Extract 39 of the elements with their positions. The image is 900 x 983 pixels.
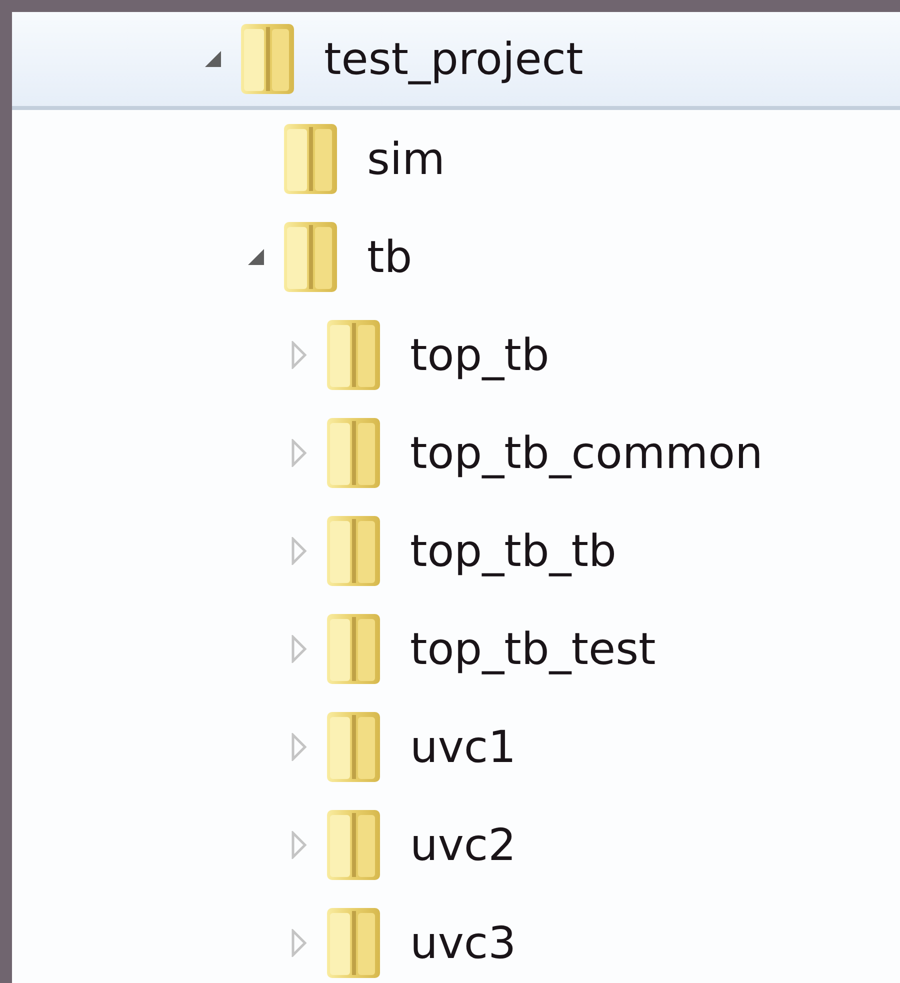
folder-icon xyxy=(325,415,382,491)
folder-name: uvc3 xyxy=(410,918,516,968)
folder-icon xyxy=(282,121,339,197)
folder-name: top_tb_common xyxy=(410,428,763,478)
folder-name: tb xyxy=(367,232,412,282)
tree-item[interactable]: uvc3 xyxy=(12,894,900,983)
folder-name: test_project xyxy=(324,34,584,84)
expanded-arrow-icon[interactable] xyxy=(204,50,222,68)
tree-item[interactable]: sim xyxy=(12,110,900,208)
folder-name: uvc1 xyxy=(410,722,516,772)
folder-name: top_tb_test xyxy=(410,624,656,674)
folder-name: sim xyxy=(367,134,446,184)
tree-item[interactable]: top_tb_tb xyxy=(12,502,900,600)
collapsed-arrow-icon[interactable] xyxy=(290,929,306,957)
folder-icon xyxy=(325,513,382,589)
collapsed-arrow-icon[interactable] xyxy=(290,537,306,565)
collapsed-arrow-icon[interactable] xyxy=(290,733,306,761)
expanded-arrow-icon[interactable] xyxy=(246,248,264,266)
folder-icon xyxy=(325,317,382,393)
tree-item[interactable]: top_tb xyxy=(12,306,900,404)
collapsed-arrow-icon[interactable] xyxy=(290,439,306,467)
collapsed-arrow-icon[interactable] xyxy=(290,831,306,859)
tree-item[interactable]: top_tb_common xyxy=(12,404,900,502)
collapsed-arrow-icon[interactable] xyxy=(290,635,306,663)
tree-item[interactable]: tb xyxy=(12,208,900,306)
folder-icon xyxy=(325,611,382,687)
folder-icon xyxy=(325,709,382,785)
folder-icon xyxy=(325,905,382,981)
folder-icon xyxy=(325,807,382,883)
tree-item[interactable]: top_tb_test xyxy=(12,600,900,698)
collapsed-arrow-icon[interactable] xyxy=(290,341,306,369)
tree-item[interactable]: test_project xyxy=(12,12,900,110)
tree-item[interactable]: uvc2 xyxy=(12,796,900,894)
folder-name: top_tb_tb xyxy=(410,526,616,576)
folder-icon xyxy=(282,219,339,295)
tree-item[interactable]: uvc1 xyxy=(12,698,900,796)
folder-name: top_tb xyxy=(410,330,550,380)
folder-name: uvc2 xyxy=(410,820,516,870)
folder-icon xyxy=(239,21,296,97)
